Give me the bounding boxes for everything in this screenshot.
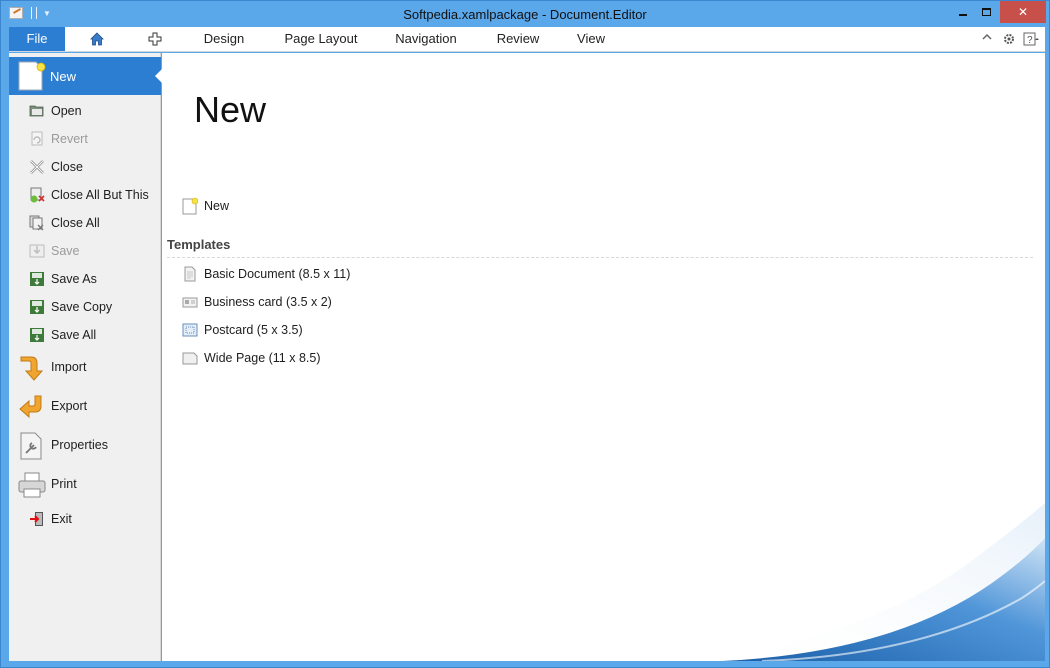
sidebar-item-close[interactable]: Close	[9, 155, 161, 179]
export-arrow-icon	[19, 395, 42, 419]
revert-icon	[31, 131, 43, 146]
sidebar-item-print[interactable]: Print	[9, 467, 161, 503]
backstage-sidebar: New Open Revert Close Close All But This…	[9, 53, 162, 661]
folder-open-icon	[29, 105, 44, 117]
svg-text:?: ?	[1027, 35, 1033, 46]
help-icon[interactable]: ?	[1023, 31, 1039, 47]
close-all-icon	[29, 215, 44, 231]
template-label: Basic Document (8.5 x 11)	[204, 267, 351, 281]
tab-view[interactable]: View	[573, 27, 609, 51]
templates-divider	[167, 257, 1033, 258]
tab-review[interactable]: Review	[493, 27, 543, 51]
sidebar-item-close-all[interactable]: Close All	[9, 211, 161, 235]
tab-page-layout[interactable]: Page Layout	[281, 27, 361, 51]
save-icon	[29, 244, 45, 258]
tab-design[interactable]: Design	[199, 27, 249, 51]
close-doc-icon	[30, 160, 44, 174]
sidebar-item-label: Open	[51, 104, 82, 118]
sidebar-item-label: Close All But This	[51, 188, 149, 202]
maximize-button[interactable]	[971, 1, 1001, 23]
backstage-main-panel: New New Templates Basic Document (8.5 x …	[162, 53, 1045, 661]
collapse-ribbon-icon[interactable]	[979, 31, 995, 47]
sidebar-item-label: Print	[51, 477, 77, 491]
save-all-icon	[30, 328, 44, 342]
exit-icon	[30, 512, 43, 526]
sidebar-item-label: Close	[51, 160, 83, 174]
sidebar-item-label: Revert	[51, 132, 88, 146]
sidebar-item-save-copy[interactable]: Save Copy	[9, 295, 161, 319]
minimize-icon	[959, 14, 967, 16]
sidebar-item-label: Exit	[51, 512, 72, 526]
selection-notch	[155, 69, 162, 83]
sidebar-item-save-all[interactable]: Save All	[9, 323, 161, 347]
sidebar-item-revert[interactable]: Revert	[9, 127, 161, 151]
window-title: Softpedia.xamlpackage - Document.Editor	[403, 7, 647, 22]
sidebar-item-open[interactable]: Open	[9, 99, 161, 123]
page-title: New	[194, 89, 267, 130]
template-label: Postcard (5 x 3.5)	[204, 323, 303, 337]
template-label: Wide Page (11 x 8.5)	[204, 351, 321, 365]
sidebar-item-label: New	[50, 69, 77, 84]
new-document-icon	[182, 197, 198, 215]
tab-file[interactable]: File	[9, 27, 65, 51]
sidebar-item-label: Properties	[51, 438, 108, 452]
sidebar-item-label: Export	[51, 399, 88, 413]
sidebar-item-exit[interactable]: Exit	[9, 507, 161, 531]
sidebar-item-label: Save As	[51, 272, 97, 286]
plus-icon	[148, 32, 162, 46]
template-label: Business card (3.5 x 2)	[204, 295, 332, 309]
sidebar-item-label: Close All	[51, 216, 100, 230]
save-as-icon	[30, 272, 44, 286]
sidebar-item-label: Import	[51, 360, 87, 374]
sidebar-item-properties[interactable]: Properties	[9, 428, 161, 464]
sidebar-item-save[interactable]: Save	[9, 239, 161, 263]
postcard-icon	[182, 323, 198, 337]
sidebar-item-save-as[interactable]: Save As	[9, 267, 161, 291]
tab-navigation[interactable]: Navigation	[391, 27, 461, 51]
save-copy-icon	[30, 300, 44, 314]
printer-icon	[18, 472, 46, 498]
sidebar-item-label: Save	[51, 244, 80, 258]
new-document-icon	[18, 61, 46, 91]
tab-insert[interactable]	[145, 27, 162, 51]
close-window-button[interactable]: ✕	[1000, 1, 1046, 23]
properties-icon	[20, 432, 42, 460]
new-item-label: New	[204, 199, 230, 213]
tab-home[interactable]	[87, 27, 107, 51]
title-bar: ▼ Softpedia.xamlpackage - Document.Edito…	[1, 1, 1049, 27]
settings-gear-icon[interactable]	[1001, 31, 1017, 47]
sidebar-item-close-all-but-this[interactable]: Close All But This	[9, 183, 161, 207]
import-arrow-icon	[20, 356, 44, 381]
templates-heading: Templates	[167, 237, 231, 252]
home-icon	[90, 32, 104, 46]
ribbon-right-controls: ?	[979, 31, 1039, 47]
basic-document-icon	[184, 266, 196, 282]
app-window: ▼ Softpedia.xamlpackage - Document.Edito…	[0, 0, 1050, 668]
maximize-icon	[981, 8, 991, 16]
business-card-icon	[182, 297, 198, 308]
sidebar-item-new[interactable]: New	[9, 57, 162, 95]
close-all-but-this-icon	[30, 187, 45, 203]
wide-page-icon	[182, 352, 198, 365]
sidebar-item-export[interactable]: Export	[9, 389, 161, 425]
sidebar-item-label: Save All	[51, 328, 97, 342]
sidebar-item-import[interactable]: Import	[9, 350, 161, 386]
sidebar-item-label: Save Copy	[51, 300, 113, 314]
ribbon-tab-bar: File Design Page Layout Navigation Revie…	[9, 27, 1045, 52]
